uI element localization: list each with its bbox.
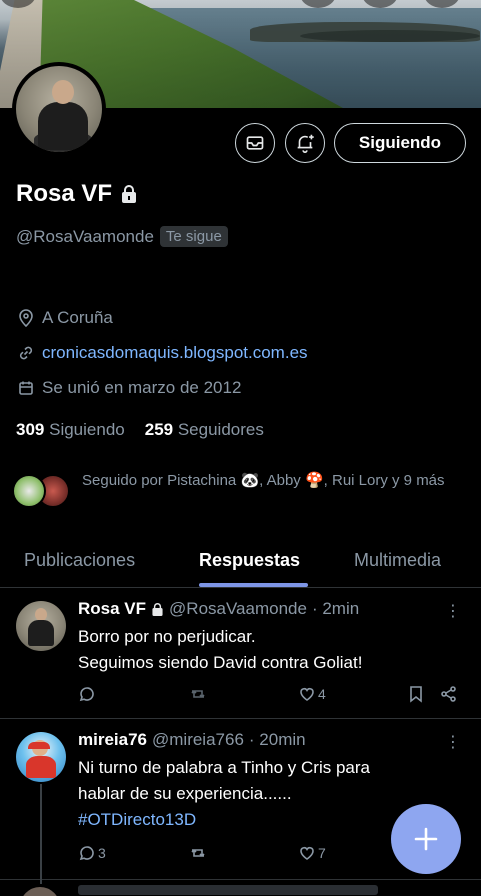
reply-icon [79,846,94,861]
share-icon [441,686,456,702]
joined-text: Se unió en marzo de 2012 [42,378,242,397]
like-button[interactable]: 7 [298,844,326,862]
active-tab-indicator [199,583,308,587]
like-button[interactable]: 4 [298,685,326,703]
location-pin-icon [19,309,33,327]
profile-location: A Coruña [18,308,113,328]
tab-multimedia[interactable]: Multimedia [354,550,441,571]
plus-icon [414,827,438,851]
envelope-icon [246,136,264,150]
repost-icon [191,849,205,857]
post-author-name: mireia76 [78,730,147,749]
profile-website[interactable]: cronicasdomaquis.blogspot.com.es [18,343,308,363]
location-text: A Coruña [42,308,113,327]
tab-publicaciones[interactable]: Publicaciones [24,550,135,571]
link-icon [19,346,33,360]
repost-button[interactable] [188,685,208,703]
follows-you-badge: Te sigue [159,226,228,247]
profile-name: Rosa VF [16,180,113,207]
like-count: 7 [318,845,326,861]
next-post-peek[interactable] [0,881,481,896]
post-text-line: Seguimos siendo David contra Goliat! [78,653,363,672]
post-author-handle: @RosaVaamonde [169,599,307,618]
avatar-figure-body [38,102,88,150]
tab-respuestas[interactable]: Respuestas [199,550,300,571]
following-count: 309 [16,420,45,439]
repost-icon [191,690,205,698]
followed-by-section[interactable]: Seguido por Pistachina 🐼, Abby 🍄, Rui Lo… [12,470,472,508]
repost-button[interactable] [188,844,208,862]
following-button[interactable]: Siguiendo [334,123,466,163]
followers-stat[interactable]: 259 Seguidores [145,420,264,440]
post-avatar[interactable] [16,732,66,782]
followers-label: Seguidores [177,420,264,439]
follower-avatar [12,474,46,508]
post-actions: 4 [78,685,463,709]
post-avatar[interactable] [16,601,66,651]
profile-handle-row: @RosaVaamonde Te sigue [16,226,228,247]
bell-plus-icon [297,134,314,153]
post-more-icon[interactable]: ⋮ [445,732,461,752]
post-text-line: Ni turno de palabra a Tinho y Cris para [78,758,370,777]
reply-icon [79,687,94,702]
post-author-name: Rosa VF [78,599,147,618]
avatar-figure-head [52,80,74,104]
lock-icon [122,185,137,203]
post-author-handle: @mireia766 [152,730,244,749]
post-text-line: Borro por no perjudicar. [78,627,256,646]
post-item[interactable]: Rosa VF @RosaVaamonde · 2min ⋮ Borro por… [0,589,481,719]
heart-icon [300,847,314,860]
post-header: Rosa VF @RosaVaamonde · 2min [78,599,359,619]
bookmark-icon [410,686,422,703]
profile-avatar[interactable] [12,62,106,156]
profile-name-row: Rosa VF [16,180,138,208]
following-stat[interactable]: 309 Siguiendo [16,420,125,440]
post-body: Borro por no perjudicar. Seguimos siendo… [78,624,458,676]
reply-button[interactable] [78,685,96,703]
profile-handle: @RosaVaamonde [16,226,154,246]
followed-by-avatars [12,474,72,508]
post-timestamp: · 20min [248,730,306,749]
reply-count: 3 [98,845,106,861]
share-post-button[interactable] [440,685,458,703]
reply-button[interactable]: 3 [78,844,106,862]
compose-button[interactable] [391,804,461,874]
following-label: Siguiendo [49,420,125,439]
lock-icon [152,602,163,616]
notifications-button[interactable] [285,123,325,163]
post-timestamp: · 2min [311,599,360,618]
post-more-icon[interactable]: ⋮ [445,601,461,621]
calendar-icon [19,381,33,395]
followed-by-text: Seguido por Pistachina 🐼, Abby 🍄, Rui Lo… [82,472,445,489]
message-button[interactable] [235,123,275,163]
post-header-peek [78,885,378,895]
post-avatar [20,887,60,896]
profile-stats: 309 Siguiendo 259 Seguidores [16,420,264,440]
profile-joined: Se unió en marzo de 2012 [18,378,241,398]
followers-count: 259 [144,420,174,439]
heart-icon [300,688,314,701]
thread-line [40,784,42,884]
website-link[interactable]: cronicasdomaquis.blogspot.com.es [42,343,308,363]
profile-tabs: Publicaciones Respuestas Multimedia [0,540,481,588]
bookmark-button[interactable] [408,685,424,703]
post-header: mireia76 @mireia766 · 20min [78,730,306,750]
like-count: 4 [318,686,326,702]
post-text-line: hablar de su experiencia...... [78,784,292,803]
